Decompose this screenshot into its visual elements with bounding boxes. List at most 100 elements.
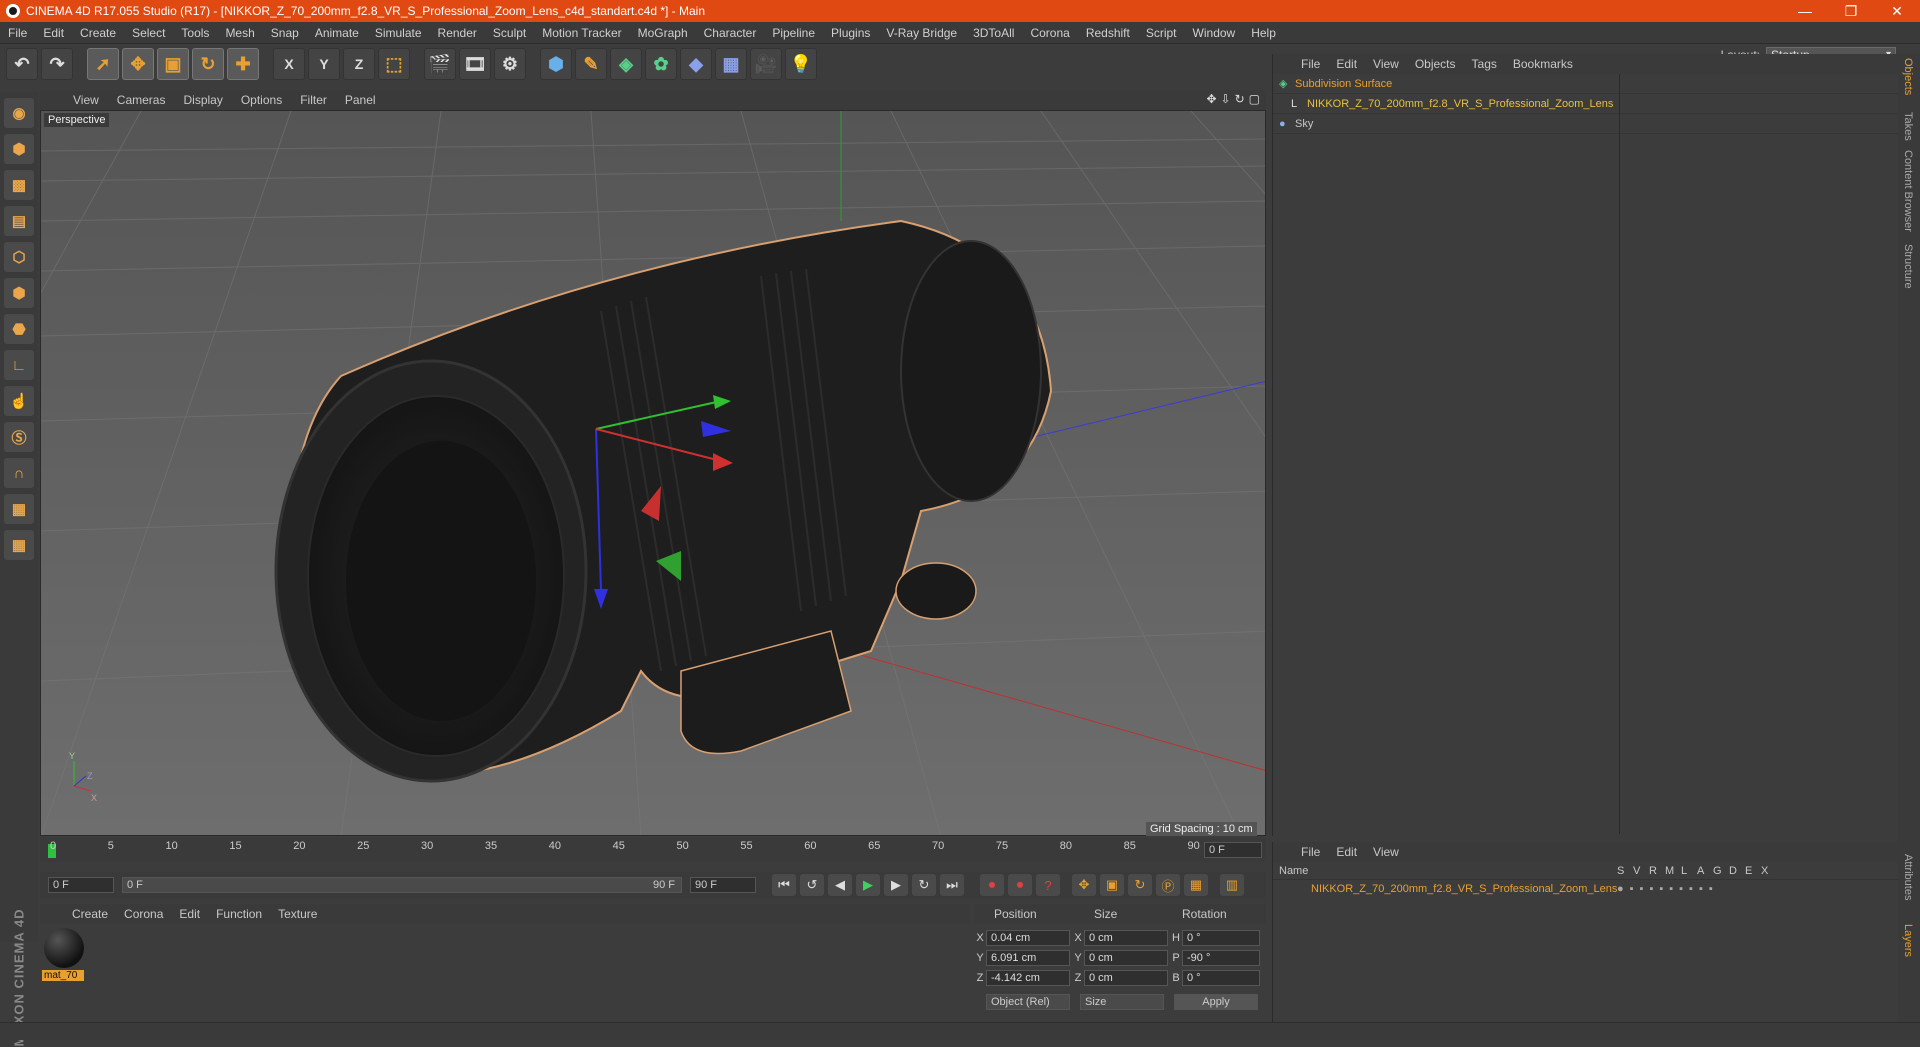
viewport-pan-icon[interactable]: ✥	[1206, 92, 1216, 106]
object-row-lens[interactable]: L NIKKOR_Z_70_200mm_f2.8_VR_S_Profession…	[1273, 94, 1898, 114]
menu-sculpt[interactable]: Sculpt	[485, 26, 534, 40]
menu-mesh[interactable]: Mesh	[217, 26, 262, 40]
menu-select[interactable]: Select	[124, 26, 173, 40]
object-menu-bookmarks[interactable]: Bookmarks	[1505, 57, 1581, 71]
material-menu-texture[interactable]: Texture	[270, 907, 325, 921]
play-icon[interactable]: ▶	[856, 874, 880, 896]
menu-pipeline[interactable]: Pipeline	[764, 26, 823, 40]
object-row-sky[interactable]: ● Sky	[1273, 114, 1898, 134]
material-menu-corona[interactable]: Corona	[116, 907, 171, 921]
camera-icon[interactable]: 🎥	[750, 48, 782, 80]
z-axis-lock-button[interactable]: Z	[343, 48, 375, 80]
size-mode-dropdown[interactable]: Size	[1080, 994, 1164, 1010]
menu-edit[interactable]: Edit	[35, 26, 72, 40]
object-menu-view[interactable]: View	[1365, 57, 1407, 71]
mograph-cloner-icon[interactable]: ✿	[645, 48, 677, 80]
start-frame-field[interactable]: 0 F	[48, 877, 114, 893]
menu-character[interactable]: Character	[696, 26, 765, 40]
deformer-icon[interactable]: ◆	[680, 48, 712, 80]
go-to-end-icon[interactable]: ⏭	[940, 874, 964, 896]
model-mode-icon[interactable]: ⬢	[4, 134, 34, 164]
go-to-start-icon[interactable]: ⏮	[772, 874, 796, 896]
menu-simulate[interactable]: Simulate	[367, 26, 430, 40]
axis-mode-icon[interactable]: ∟	[4, 350, 34, 380]
viewport-menu-panel[interactable]: Panel	[336, 93, 385, 107]
texture-mode-icon[interactable]: ▩	[4, 170, 34, 200]
layer-menu-file[interactable]: File	[1293, 845, 1328, 859]
redo-icon[interactable]: ↷	[41, 48, 73, 80]
workplane-mode-icon[interactable]: ▤	[4, 206, 34, 236]
points-mode-icon[interactable]: ⬡	[4, 242, 34, 272]
x-axis-lock-button[interactable]: X	[273, 48, 305, 80]
workplane-lock-icon[interactable]: ▦	[4, 494, 34, 524]
next-key-icon[interactable]: ↻	[912, 874, 936, 896]
coordinate-system-icon[interactable]: ⬚	[378, 48, 410, 80]
menu-mograph[interactable]: MoGraph	[630, 26, 696, 40]
pen-spline-icon[interactable]: ✎	[575, 48, 607, 80]
menu-file[interactable]: File	[0, 26, 35, 40]
object-menu-objects[interactable]: Objects	[1407, 57, 1464, 71]
menu-help[interactable]: Help	[1243, 26, 1284, 40]
scale-tool-icon[interactable]: ▣	[157, 48, 189, 80]
tweak-mode-icon[interactable]: ☝	[4, 386, 34, 416]
tab-attributes[interactable]: Attributes	[1902, 854, 1914, 900]
key-parameter-icon[interactable]: Ⓟ	[1156, 874, 1180, 896]
key-scale-icon[interactable]: ▣	[1100, 874, 1124, 896]
size-z-field[interactable]: 0 cm	[1084, 970, 1168, 986]
grid-snap-icon[interactable]: ▦	[4, 530, 34, 560]
material-menu-edit[interactable]: Edit	[171, 907, 208, 921]
previous-key-icon[interactable]: ↺	[800, 874, 824, 896]
layer-menu-view[interactable]: View	[1365, 845, 1407, 859]
light-icon[interactable]: 💡	[785, 48, 817, 80]
layer-row[interactable]: NIKKOR_Z_70_200mm_f2.8_VR_S_Professional…	[1273, 880, 1898, 898]
rotation-p-field[interactable]: -90 °	[1182, 950, 1260, 966]
auto-keying-icon[interactable]: ⏺	[1008, 874, 1032, 896]
menu-window[interactable]: Window	[1185, 26, 1244, 40]
position-y-field[interactable]: 6.091 cm	[986, 950, 1070, 966]
3d-viewport[interactable]: Y X Z	[40, 110, 1266, 836]
viewport-menu-view[interactable]: View	[64, 93, 108, 107]
size-y-field[interactable]: 0 cm	[1084, 950, 1168, 966]
object-menu-edit[interactable]: Edit	[1328, 57, 1365, 71]
size-x-field[interactable]: 0 cm	[1084, 930, 1168, 946]
viewport-menu-options[interactable]: Options	[232, 93, 291, 107]
viewport-menu-filter[interactable]: Filter	[291, 93, 336, 107]
object-row-subdivision[interactable]: ◈ Subdivision Surface	[1273, 74, 1898, 94]
rotate-tool-icon[interactable]: ↻	[192, 48, 224, 80]
menu-create[interactable]: Create	[72, 26, 124, 40]
material-menu-create[interactable]: Create	[64, 907, 116, 921]
menu-plugins[interactable]: Plugins	[823, 26, 878, 40]
viewport-camera-label[interactable]: Perspective	[44, 113, 110, 127]
rotation-b-field[interactable]: 0 °	[1182, 970, 1260, 986]
viewport-zoom-icon[interactable]: ⇩	[1221, 92, 1231, 106]
close-button[interactable]: ✕	[1874, 0, 1920, 22]
coordinate-mode-dropdown[interactable]: Object (Rel)	[986, 994, 1070, 1010]
polygons-mode-icon[interactable]: ⬣	[4, 314, 34, 344]
menu-snap[interactable]: Snap	[263, 26, 307, 40]
viewport-rotate-icon[interactable]: ↻	[1235, 92, 1245, 106]
apply-button[interactable]: Apply	[1174, 994, 1258, 1010]
position-x-field[interactable]: 0.04 cm	[986, 930, 1070, 946]
subdivision-surface-icon[interactable]: ◈	[610, 48, 642, 80]
select-arrow-icon[interactable]: ➚	[87, 48, 119, 80]
render-picture-viewer-icon[interactable]: 🎞	[459, 48, 491, 80]
menu-redshift[interactable]: Redshift	[1078, 26, 1138, 40]
menu-tools[interactable]: Tools	[173, 26, 217, 40]
y-axis-lock-button[interactable]: Y	[308, 48, 340, 80]
current-frame-field[interactable]: 0 F	[1204, 842, 1262, 858]
viewport-menu-cameras[interactable]: Cameras	[108, 93, 175, 107]
timeline-window-icon[interactable]: ▥	[1220, 874, 1244, 896]
layer-flags-icon[interactable]: ●▪▪▪▪▪▪▪▪▪	[1617, 883, 1719, 895]
timeline-ruler[interactable]: 0 5 10 15 20 25 30 35 40 45 50 55 60 65 …	[40, 838, 1266, 862]
render-view-icon[interactable]: 🎬	[424, 48, 456, 80]
key-pla-icon[interactable]: ▦	[1184, 874, 1208, 896]
menu-corona[interactable]: Corona	[1022, 26, 1077, 40]
menu-script[interactable]: Script	[1138, 26, 1185, 40]
record-keys-icon[interactable]: ⏺	[980, 874, 1004, 896]
keyframe-selection-icon[interactable]: ?	[1036, 874, 1060, 896]
frame-range-slider[interactable]: 0 F 90 F	[122, 877, 682, 893]
next-frame-icon[interactable]: ▶	[884, 874, 908, 896]
object-menu-file[interactable]: File	[1293, 57, 1328, 71]
menu-vray-bridge[interactable]: V-Ray Bridge	[878, 26, 965, 40]
menu-3dtoall[interactable]: 3DToAll	[965, 26, 1022, 40]
